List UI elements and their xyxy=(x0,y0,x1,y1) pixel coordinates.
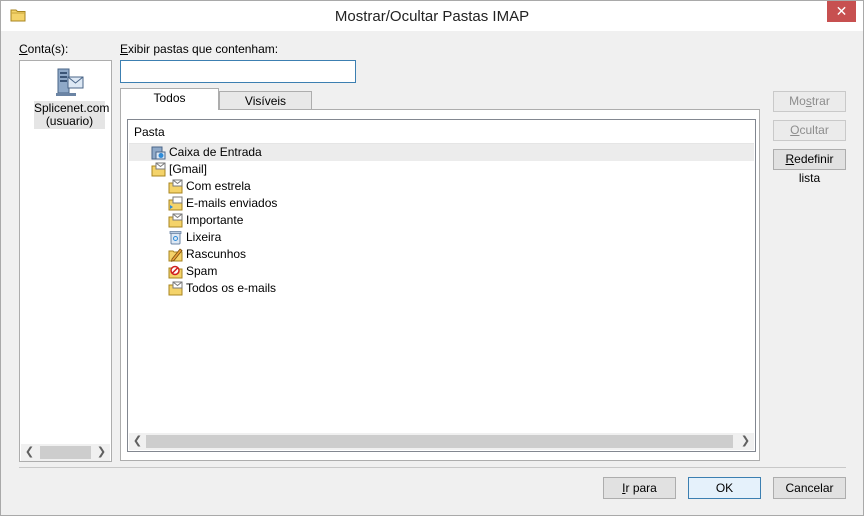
ok-button[interactable]: OK xyxy=(688,477,761,499)
trash-icon xyxy=(169,231,182,245)
accounts-label: Conta(s): xyxy=(19,42,69,56)
title-bar: Mostrar/Ocultar Pastas IMAP ✕ xyxy=(1,1,863,31)
scroll-thumb[interactable] xyxy=(40,446,91,459)
folder-mail-icon xyxy=(168,213,183,228)
tree-row[interactable]: E-mails enviados xyxy=(129,195,754,212)
dialog-window: Mostrar/Ocultar Pastas IMAP ✕ Conta(s): … xyxy=(0,0,864,516)
server-icon xyxy=(56,68,84,96)
accounts-list[interactable]: Splicenet.com (usuario) ❮ ❯ xyxy=(19,60,112,462)
tree-row[interactable]: Lixeira xyxy=(129,229,754,246)
hide-button[interactable]: Ocultar xyxy=(773,120,846,141)
window-title: Mostrar/Ocultar Pastas IMAP xyxy=(334,8,530,25)
scroll-right-icon[interactable]: ❯ xyxy=(93,444,110,461)
tree-row[interactable]: Todos os e-mails xyxy=(129,280,754,297)
close-button[interactable]: ✕ xyxy=(827,1,856,22)
inbox-icon xyxy=(151,146,166,160)
filter-input[interactable] xyxy=(120,60,356,83)
show-button[interactable]: Mostrar xyxy=(773,91,846,112)
account-item[interactable]: Splicenet.com (usuario) xyxy=(34,64,110,129)
scroll-right-icon[interactable]: ❯ xyxy=(737,433,754,450)
tree-row[interactable]: Importante xyxy=(129,212,754,229)
scroll-left-icon[interactable]: ❮ xyxy=(21,444,38,461)
folder-mail-icon xyxy=(168,281,183,296)
tree-column-header: Pasta xyxy=(134,125,165,139)
drafts-icon xyxy=(168,248,183,262)
folder-tree[interactable]: Pasta Caixa de Entrada [Gmail] Com estre… xyxy=(127,119,756,452)
spam-icon xyxy=(168,265,183,279)
cancel-button[interactable]: Cancelar xyxy=(773,477,846,499)
folder-mail-icon xyxy=(168,179,183,194)
reset-list-button[interactable]: Redefinir lista xyxy=(773,149,846,185)
accounts-scrollbar[interactable]: ❮ ❯ xyxy=(21,444,110,461)
folder-mail-icon xyxy=(151,162,166,177)
tree-scrollbar[interactable]: ❮ ❯ xyxy=(129,433,754,450)
tab-todos[interactable]: Todos xyxy=(120,88,219,110)
scroll-thumb[interactable] xyxy=(146,435,733,448)
scroll-left-icon[interactable]: ❮ xyxy=(129,433,146,450)
tree-row[interactable]: Spam xyxy=(129,263,754,280)
tree-row[interactable]: Caixa de Entrada xyxy=(129,144,754,161)
filter-label: Exibir pastas que contenham: xyxy=(120,42,279,56)
goto-button[interactable]: Ir para xyxy=(603,477,676,499)
footer-separator xyxy=(19,467,846,468)
tree-row[interactable]: Rascunhos xyxy=(129,246,754,263)
tree-row[interactable]: [Gmail] xyxy=(129,161,754,178)
sent-icon xyxy=(168,196,183,211)
tree-row[interactable]: Com estrela xyxy=(129,178,754,195)
account-name: Splicenet.com (usuario) xyxy=(34,101,110,129)
